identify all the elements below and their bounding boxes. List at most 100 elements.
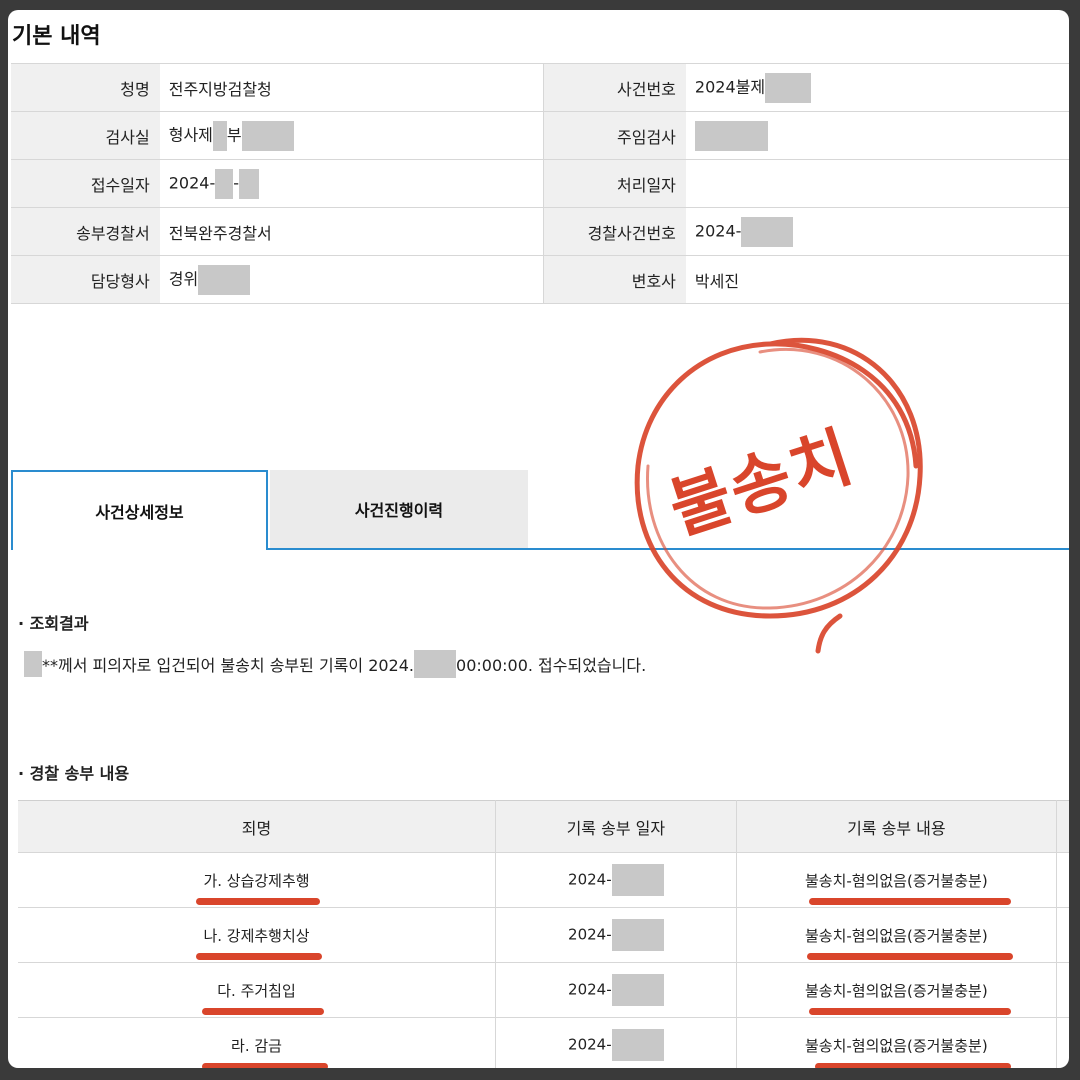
column-header: 기록 송부 내용 <box>735 800 1058 853</box>
heading-police: · 경찰 송부 내용 <box>18 760 129 784</box>
value-text: 경위 <box>168 269 199 288</box>
highlight-underline <box>806 953 1013 960</box>
column-header: 기록 송부 일자 <box>495 800 737 853</box>
basic-info-table: 청명 전주지방검찰청 사건번호 2024불제 검사실 형사제 부 주임검사 접수일… <box>11 63 1069 304</box>
highlight-underline <box>196 898 320 905</box>
cell-text: 2024- <box>568 1035 612 1054</box>
cell-extra <box>1056 852 1069 908</box>
highlight-underline <box>808 1008 1011 1015</box>
info-row: 담당형사 경위 변호사 박세진 <box>11 255 1069 304</box>
value-chief-prosecutor <box>685 111 1069 160</box>
redaction-mask <box>24 651 42 677</box>
table-row: 가. 상습강제추행 2024- 불송치-혐의없음(증거불충분) <box>18 852 1069 908</box>
bullet-icon: · <box>18 614 30 633</box>
value-detective: 경위 <box>159 255 544 304</box>
cell-content: 불송치-혐의없음(증거불충분) <box>735 962 1058 1018</box>
cell-text: 가. 상습강제추행 <box>203 871 310 890</box>
cell-extra <box>1056 1017 1069 1068</box>
cell-date: 2024- <box>495 962 737 1018</box>
result-text-part: **께서 피의자로 입건되어 불송치 송부된 기록이 2024. <box>42 656 415 675</box>
redaction-mask <box>611 919 664 951</box>
label-office: 청명 <box>11 63 160 112</box>
table-row: 라. 감금 2024- 불송치-혐의없음(증거불충분) <box>18 1017 1069 1068</box>
police-transfer-table: 죄명 기록 송부 일자 기록 송부 내용 가. 상습강제추행 2024- 불송치… <box>18 800 1069 1068</box>
label-prosecutor-room: 검사실 <box>11 111 160 160</box>
value-case-number: 2024불제 <box>685 63 1069 112</box>
redaction-mask <box>241 120 294 151</box>
cell-date: 2024- <box>495 1017 737 1068</box>
tab-case-history[interactable]: 사건진행이력 <box>270 470 528 548</box>
value-text: 2024- <box>168 173 216 192</box>
cell-text: 불송치-혐의없음(증거불충분) <box>804 926 988 945</box>
info-row: 청명 전주지방검찰청 사건번호 2024불제 <box>11 63 1069 112</box>
screenshot-frame: 기본 내역 청명 전주지방검찰청 사건번호 2024불제 검사실 형사제 부 주임… <box>0 0 1080 1080</box>
redaction-mask <box>611 974 664 1006</box>
redaction-mask <box>611 864 664 896</box>
label-police-case-number: 경찰사건번호 <box>542 207 686 256</box>
cell-content: 불송치-혐의없음(증거불충분) <box>735 1017 1058 1068</box>
value-prosecutor-room: 형사제 부 <box>159 111 544 160</box>
cell-text: 불송치-혐의없음(증거불충분) <box>804 981 988 1000</box>
value-text: 박세진 <box>694 271 740 291</box>
cell-text: 라. 감금 <box>231 1036 282 1055</box>
redaction-mask <box>765 72 812 103</box>
cell-crime: 다. 주거침입 <box>18 962 497 1018</box>
tab-case-detail[interactable]: 사건상세정보 <box>11 470 268 550</box>
label-processed-date: 처리일자 <box>542 159 686 208</box>
highlight-underline <box>202 1008 324 1015</box>
cell-content: 불송치-혐의없음(증거불충분) <box>735 852 1058 908</box>
cell-extra <box>1056 907 1069 963</box>
cell-crime: 나. 강제추행치상 <box>18 907 497 963</box>
table-row: 나. 강제추행치상 2024- 불송치-혐의없음(증거불충분) <box>18 907 1069 963</box>
cell-text: 불송치-혐의없음(증거불충분) <box>804 871 988 890</box>
value-received-date: 2024- - <box>159 159 544 208</box>
result-text-part: 00:00:00. 접수되었습니다. <box>456 656 647 675</box>
value-text: 부 <box>226 125 242 144</box>
value-police-station: 전북완주경찰서 <box>159 207 544 256</box>
redaction-mask <box>741 216 794 247</box>
heading-result: · 조회결과 <box>18 610 89 634</box>
table-row: 다. 주거침입 2024- 불송치-혐의없음(증거불충분) <box>18 962 1069 1018</box>
value-text: 형사제 <box>168 125 213 144</box>
cell-text: 2024- <box>568 870 612 889</box>
cell-text: 나. 강제추행치상 <box>203 926 310 945</box>
column-header: 죄명 <box>18 800 497 853</box>
label-detective: 담당형사 <box>11 255 160 304</box>
cell-extra <box>1056 962 1069 1018</box>
column-header-extra <box>1056 800 1069 853</box>
value-office: 전주지방검찰청 <box>159 63 544 112</box>
label-lawyer: 변호사 <box>542 255 686 304</box>
info-row: 송부경찰서 전북완주경찰서 경찰사건번호 2024- <box>11 207 1069 256</box>
result-message: **께서 피의자로 입건되어 불송치 송부된 기록이 2024. 00:00:0… <box>24 650 646 678</box>
value-police-case-number: 2024- <box>685 207 1069 256</box>
cell-crime: 가. 상습강제추행 <box>18 852 497 908</box>
redaction-mask <box>239 168 259 199</box>
cell-text: 불송치-혐의없음(증거불충분) <box>804 1036 988 1055</box>
label-police-station: 송부경찰서 <box>11 207 160 256</box>
value-text: 전주지방검찰청 <box>168 79 272 99</box>
label-case-number: 사건번호 <box>542 63 686 112</box>
redaction-mask <box>212 120 227 151</box>
bullet-icon: · <box>18 764 30 783</box>
redaction-mask <box>215 168 234 199</box>
value-text: 2024불제 <box>694 77 766 96</box>
heading-text: 조회결과 <box>29 614 89 633</box>
info-row: 검사실 형사제 부 주임검사 <box>11 111 1069 160</box>
label-received-date: 접수일자 <box>11 159 160 208</box>
redaction-mask <box>198 264 251 295</box>
value-lawyer: 박세진 <box>685 255 1069 304</box>
value-processed-date <box>685 159 1069 208</box>
section-title-basic: 기본 내역 <box>12 24 101 49</box>
cell-content: 불송치-혐의없음(증거불충분) <box>735 907 1058 963</box>
cell-text: 다. 주거침입 <box>217 981 296 1000</box>
highlight-underline <box>202 1063 328 1068</box>
cell-text: 2024- <box>568 925 612 944</box>
redaction-mask <box>694 120 768 151</box>
redaction-mask <box>611 1029 664 1061</box>
cell-date: 2024- <box>495 852 737 908</box>
cell-text: 2024- <box>568 980 612 999</box>
highlight-underline <box>808 898 1011 905</box>
value-text: 2024- <box>694 221 742 240</box>
value-text: 전북완주경찰서 <box>168 223 272 243</box>
heading-text: 경찰 송부 내용 <box>29 764 130 783</box>
